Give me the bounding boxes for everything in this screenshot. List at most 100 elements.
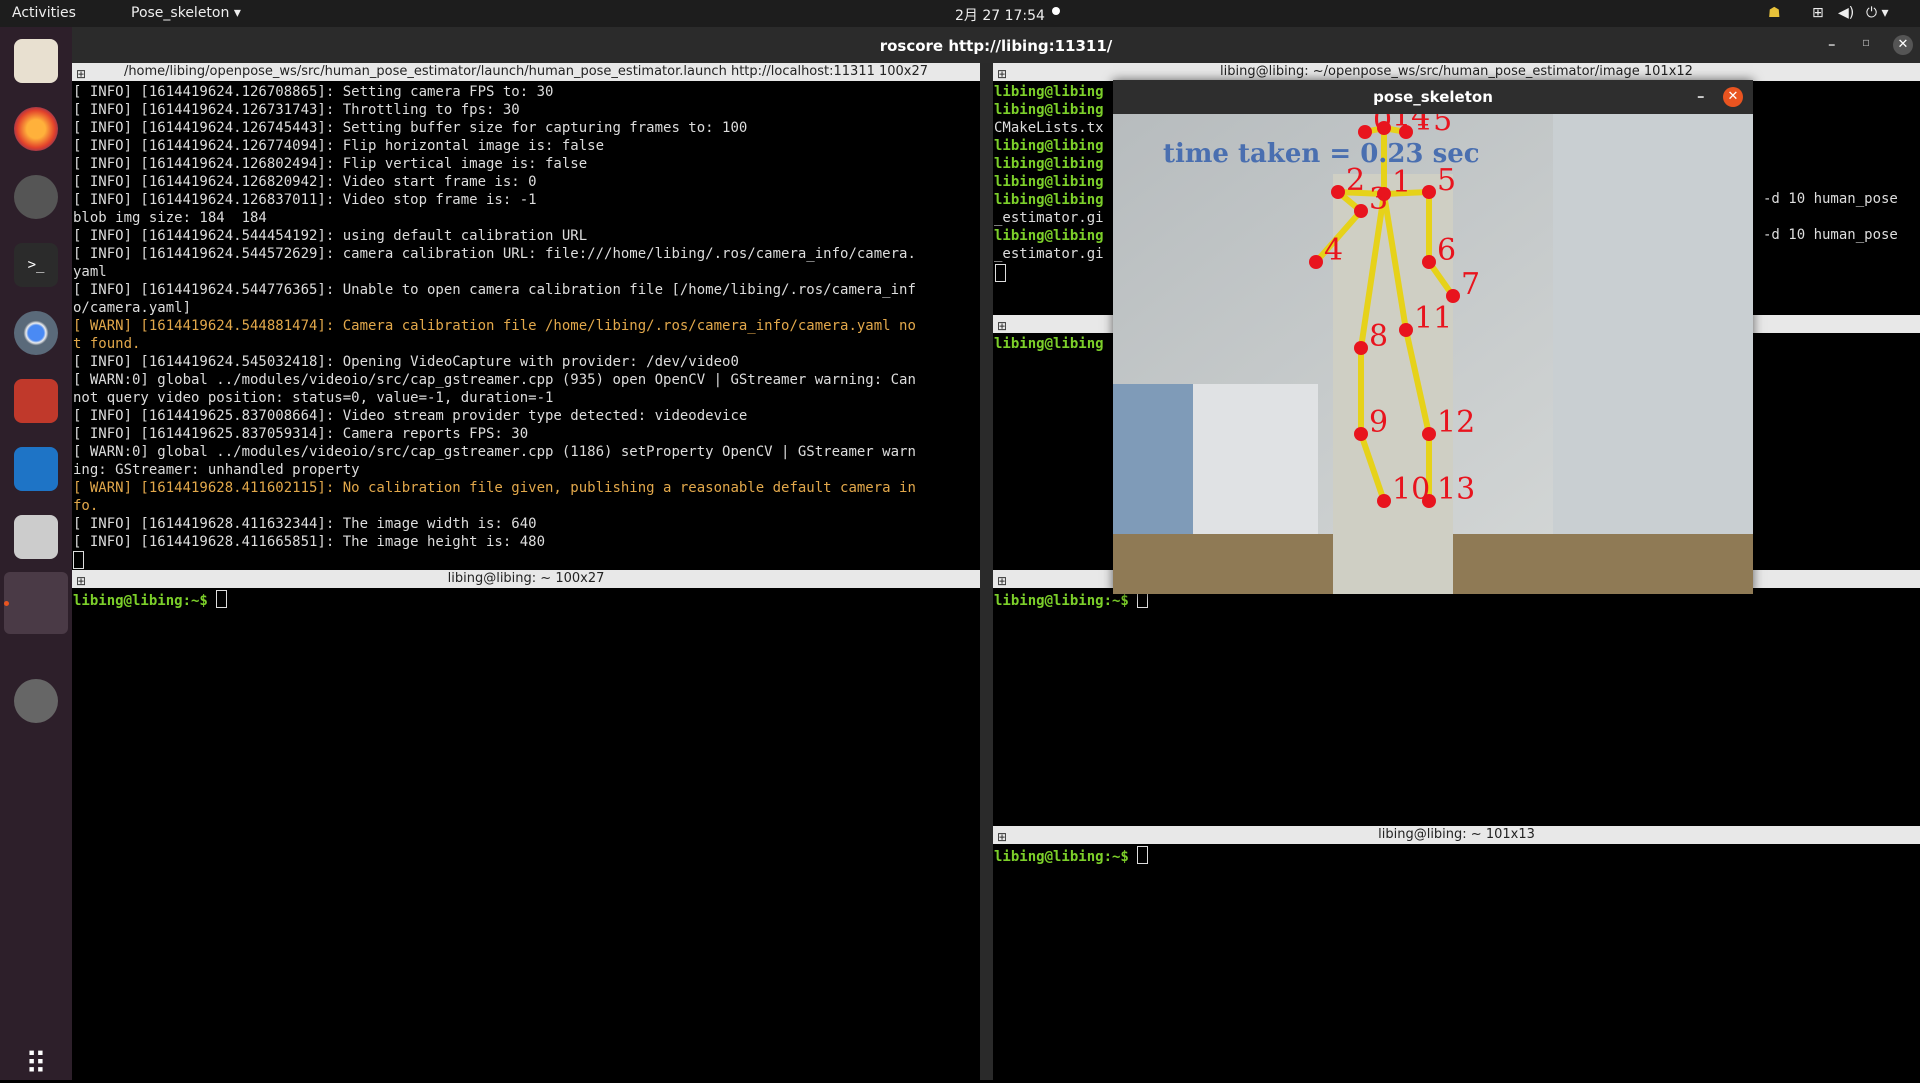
- keypoint-label: 12: [1437, 405, 1475, 440]
- log-line: [ INFO] [1614419624.126708865]: Setting …: [73, 84, 554, 100]
- activities-button[interactable]: Activities: [12, 5, 76, 21]
- log-line: [ INFO] [1614419624.544572629]: camera c…: [73, 246, 916, 262]
- pane-grid-icon[interactable]: ⊞: [997, 317, 1007, 333]
- log-line: [ INFO] [1614419624.544776365]: Unable t…: [73, 282, 916, 298]
- camera-view: 0123456789101112131415 time taken = 0.23…: [1113, 114, 1753, 594]
- keypoint: [1358, 125, 1372, 139]
- terminal-pane-bottom-right[interactable]: ⊞ libing@libing: ~ 101x13 libing@libing:…: [993, 826, 1920, 1080]
- terminal-window-titlebar[interactable]: roscore http://libing:11311/ – ▫ ✕: [72, 27, 1920, 65]
- log-line: not query video position: status=0, valu…: [73, 390, 554, 406]
- keypoint-label: 4: [1324, 233, 1343, 268]
- log-line: [ INFO] [1614419624.126820942]: Video st…: [73, 174, 537, 190]
- pane-grid-icon[interactable]: ⊞: [997, 572, 1007, 588]
- pane-header: ⊞ libing@libing: ~ 100x27: [72, 570, 980, 588]
- show-apps-icon[interactable]: ⠿: [18, 1047, 54, 1083]
- keypoint: [1354, 204, 1368, 218]
- keypoint: [1422, 255, 1436, 269]
- prompt: libing@libing:~$: [994, 849, 1138, 865]
- prompt: libing@libing: [994, 336, 1104, 352]
- app-menu-label: Pose_skeleton: [131, 5, 230, 21]
- vscode-icon[interactable]: [14, 447, 58, 491]
- pane-title: libing@libing: ~ 101x13: [1378, 827, 1535, 842]
- keypoint: [1377, 121, 1391, 135]
- door-panel: [1193, 384, 1318, 554]
- keypoint: [1309, 255, 1323, 269]
- pane-header: ⊞ libing@libing: ~/openpose_ws/src/human…: [993, 63, 1920, 81]
- keypoint-label: 6: [1437, 233, 1456, 268]
- pane-grid-icon[interactable]: ⊞: [997, 828, 1007, 844]
- terminal-pane-launch[interactable]: ⊞ /home/libing/openpose_ws/src/human_pos…: [72, 63, 980, 573]
- log-line: [ INFO] [1614419624.126745443]: Setting …: [73, 120, 748, 136]
- keypoint-label: 7: [1461, 267, 1480, 302]
- log-line: [ INFO] [1614419624.126774094]: Flip hor…: [73, 138, 605, 154]
- terminal-output-right: -d 10 human_pose -d 10 human_pose: [1763, 190, 1916, 262]
- log-line: [ INFO] [1614419624.126837011]: Video st…: [73, 192, 537, 208]
- keypoint: [1399, 323, 1413, 337]
- app-menu[interactable]: Pose_skeleton ▾: [131, 5, 241, 21]
- power-icon[interactable]: ⏻ ▾: [1866, 5, 1889, 21]
- firefox-icon[interactable]: [14, 107, 58, 151]
- volume-icon[interactable]: ◀): [1838, 5, 1854, 21]
- log-line: -d 10 human_pose: [1763, 191, 1898, 207]
- log-line: [ INFO] [1614419625.837008664]: Video st…: [73, 408, 748, 424]
- keypoint: [1354, 427, 1368, 441]
- log-line: [ INFO] [1614419624.545032418]: Opening …: [73, 354, 739, 370]
- log-line: [ WARN:0] global ../modules/videoio/src/…: [73, 372, 916, 388]
- settings-icon[interactable]: [14, 175, 58, 219]
- popup-close-button[interactable]: ✕: [1723, 87, 1743, 107]
- log-line: [ INFO] [1614419624.126731743]: Throttli…: [73, 102, 520, 118]
- pose-skeleton-window[interactable]: pose_skeleton – ✕ 0123456789101112131415…: [1113, 80, 1753, 594]
- clock[interactable]: 2月 27 17:54: [955, 5, 1045, 25]
- top-bar: Activities Pose_skeleton ▾ 2月 27 17:54 ☗…: [0, 0, 1920, 27]
- window-title: roscore http://libing:11311/: [879, 37, 1113, 55]
- keypoint: [1399, 125, 1413, 139]
- prompt: libing@libing:~$: [994, 593, 1138, 609]
- files-icon[interactable]: [14, 39, 58, 83]
- active-app-highlight[interactable]: [4, 572, 68, 634]
- pane-header: ⊞ /home/libing/openpose_ws/src/human_pos…: [72, 63, 980, 81]
- pane-title: libing@libing: ~ 100x27: [447, 571, 605, 586]
- terminal-icon[interactable]: >_: [14, 243, 58, 287]
- notification-dot: [1052, 7, 1060, 15]
- log-line: [ INFO] [1614419624.544454192]: using de…: [73, 228, 588, 244]
- minimize-button[interactable]: –: [1828, 35, 1836, 53]
- keypoint: [1354, 341, 1368, 355]
- pane-grid-icon[interactable]: ⊞: [76, 572, 86, 588]
- log-line: [ INFO] [1614419625.837059314]: Camera r…: [73, 426, 529, 442]
- dock: >_ ⠿: [0, 27, 72, 1083]
- log-line: [ WARN] [1614419628.411602115]: No calib…: [73, 480, 916, 496]
- pane-grid-icon[interactable]: ⊞: [997, 65, 1007, 81]
- disc-icon[interactable]: [14, 679, 58, 723]
- terminal-output[interactable]: [ INFO] [1614419624.126708865]: Setting …: [73, 83, 976, 571]
- timing-overlay-text: time taken = 0.23 sec: [1163, 139, 1480, 169]
- terminal-output[interactable]: libing@libing:~$: [994, 846, 1916, 866]
- search-app-icon[interactable]: [14, 515, 58, 559]
- prompt: libing@libing:~$: [73, 593, 217, 609]
- media-app-icon[interactable]: [14, 379, 58, 423]
- terminal-cursor: [1137, 846, 1149, 864]
- popup-minimize-button[interactable]: –: [1697, 87, 1705, 105]
- pane-grid-icon[interactable]: ⊞: [76, 65, 86, 81]
- terminal-pane-bottom-mid[interactable]: ⊞ libing@libing:~$: [993, 570, 1920, 825]
- terminal-cursor: [216, 590, 228, 608]
- chrome-icon[interactable]: [14, 311, 58, 355]
- network-icon[interactable]: ⊞: [1812, 5, 1824, 21]
- log-line: ing: GStreamer: unhandled property: [73, 462, 360, 478]
- terminal-pane-bottom-left[interactable]: ⊞ libing@libing: ~ 100x27 libing@libing:…: [72, 570, 980, 1080]
- keypoint-label: 9: [1369, 405, 1388, 440]
- popup-titlebar[interactable]: pose_skeleton – ✕: [1113, 80, 1753, 114]
- tray-icon[interactable]: ☗: [1768, 5, 1781, 21]
- pane-header: ⊞ libing@libing: ~ 101x13: [993, 826, 1920, 844]
- pane-divider[interactable]: [980, 63, 993, 1080]
- log-line: [ WARN:0] global ../modules/videoio/src/…: [73, 444, 916, 460]
- pane-title: /home/libing/openpose_ws/src/human_pose_…: [123, 64, 929, 79]
- log-line: [ INFO] [1614419624.126802494]: Flip ver…: [73, 156, 588, 172]
- close-button[interactable]: ✕: [1893, 35, 1913, 55]
- log-line: t found.: [73, 336, 141, 352]
- terminal-cursor: [995, 264, 1006, 282]
- log-line: [ INFO] [1614419628.411665851]: The imag…: [73, 534, 546, 550]
- keypoint-label: 1: [1392, 165, 1411, 200]
- terminal-output[interactable]: libing@libing:~$: [73, 590, 976, 610]
- maximize-button[interactable]: ▫: [1862, 35, 1870, 49]
- keypoint-label: 15: [1414, 114, 1452, 138]
